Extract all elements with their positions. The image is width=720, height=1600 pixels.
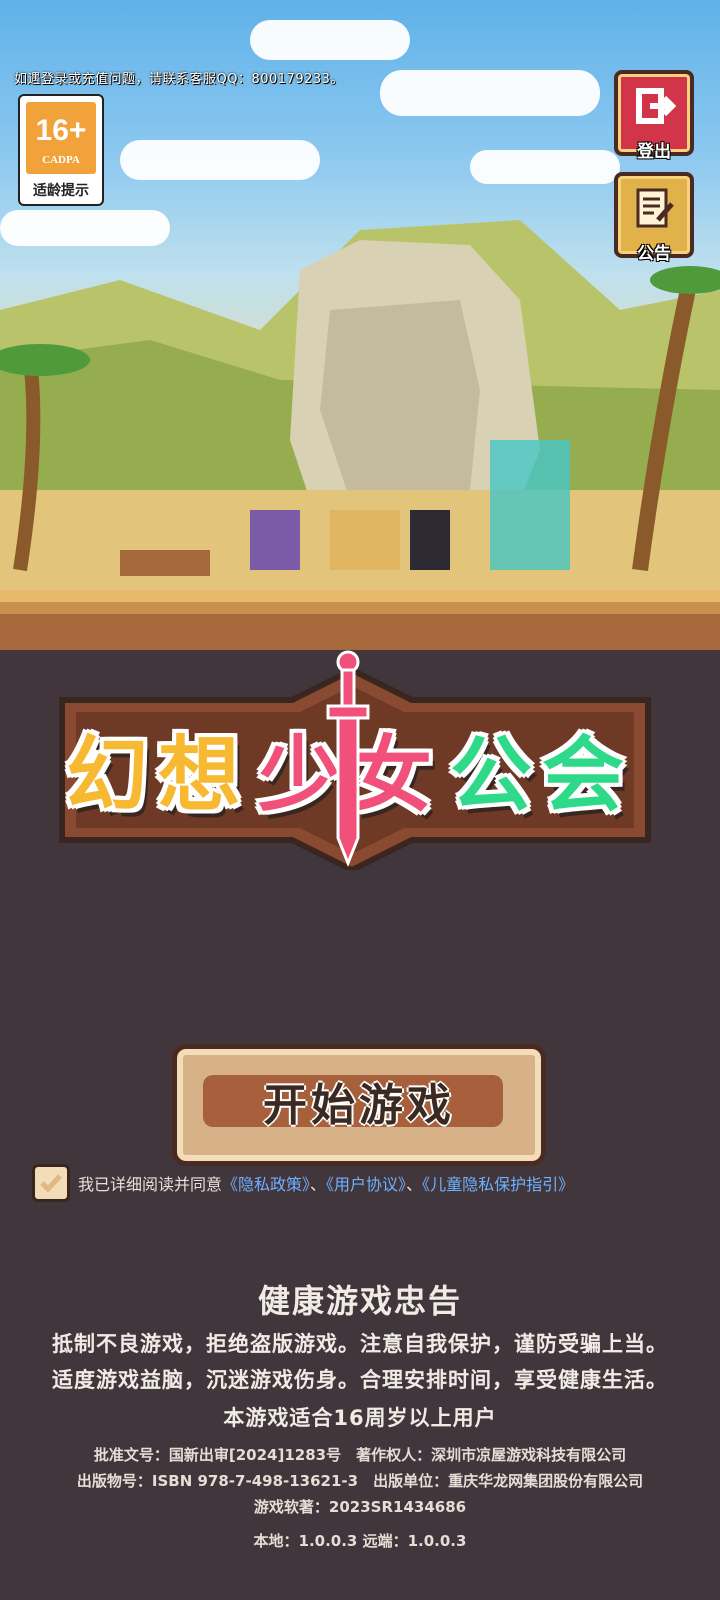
age-rating-org: CADPA [42,154,80,166]
announcement-button[interactable]: 公告 [614,172,694,264]
start-game-button[interactable]: 开始游戏 [172,1044,546,1166]
publication-info: 出版物号：ISBN 978-7-498-13621-3 出版单位：重庆华龙网集团… [76,1472,644,1490]
age-rating-badge[interactable]: 16+ CADPA 适龄提示 [18,94,104,206]
agreement-checkbox[interactable] [32,1164,70,1202]
logout-button[interactable]: 登出 [614,70,694,162]
age-rating-icon: 16+ CADPA [26,102,96,174]
notepad-icon [636,188,674,228]
age-suitability-text: 本游戏适合16周岁以上用户 [223,1406,497,1430]
child-privacy-link[interactable]: 《儿童隐私保护指引》 [422,1175,574,1194]
support-notice: 如遇登录或充值问题，请联系客服QQ：800179233。 [14,72,344,87]
logout-label: 登出 [637,142,671,162]
agreement-separator: 、 [310,1175,327,1194]
software-copyright: 游戏软著：2023SR1434686 [253,1498,467,1516]
sword-icon [326,650,370,868]
age-rating-label: 适龄提示 [33,183,89,199]
health-advisory-line: 适度游戏益脑，沉迷游戏伤身。合理安排时间，享受健康生活。 [52,1368,668,1392]
agreement-prefix: 我已详细阅读并同意 [78,1175,223,1194]
sky-background [0,0,720,610]
logo-char: 幻 [66,728,151,823]
health-advisory-title: 健康游戏忠告 [257,1282,462,1320]
user-agreement-link[interactable]: 《用户协议》 [326,1175,406,1194]
logo-char: 想 [158,728,243,823]
announcement-label: 公告 [637,244,671,264]
cliff-illustration [0,220,720,610]
ground-strip [0,590,720,650]
privacy-policy-link[interactable]: 《隐私政策》 [222,1175,310,1194]
logo-char: 会 [542,728,627,823]
agreement-separator: 、 [406,1175,423,1194]
approval-info: 批准文号：国新出审[2024]1283号 著作权人：深圳市凉屋游戏科技有限公司 [93,1446,627,1464]
start-game-label: 开始游戏 [263,1080,455,1131]
health-advisory-line: 抵制不良游戏，拒绝盗版游戏。注意自我保护，谨防受骗上当。 [52,1332,668,1356]
agreement-row: 我已详细阅读并同意《隐私政策》、《用户协议》、《儿童隐私保护指引》 [32,1164,712,1202]
login-screen: 如遇登录或充值问题，请联系客服QQ：800179233。 16+ CADPA 适… [0,0,720,1600]
logo-char: 公 [450,728,535,823]
version-info: 本地：1.0.0.3 远端：1.0.0.3 [253,1532,467,1550]
age-rating-number: 16+ [35,114,87,147]
logout-icon [636,88,676,124]
checkmark-icon [40,1174,62,1193]
agreement-text: 我已详细阅读并同意《隐私政策》、《用户协议》、《儿童隐私保护指引》 [78,1171,574,1195]
